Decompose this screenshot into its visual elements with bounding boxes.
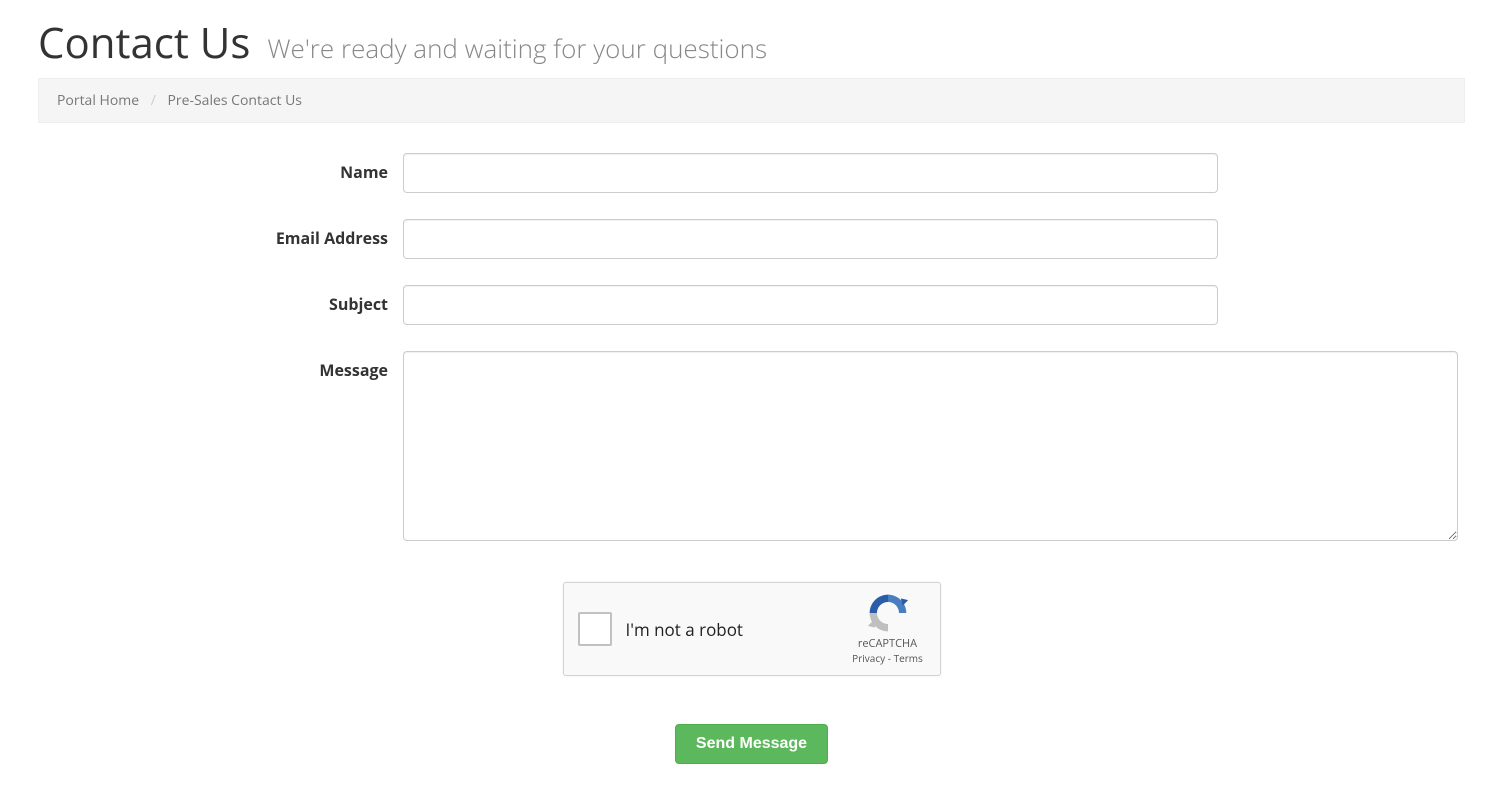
page-title-main: Contact Us — [38, 14, 250, 71]
message-label: Message — [38, 351, 403, 381]
subject-label: Subject — [38, 285, 403, 315]
recaptcha-privacy-link[interactable]: Privacy — [852, 651, 885, 665]
recaptcha-widget: I'm not a robot reCAPTCHA Privacy - Term… — [563, 582, 941, 676]
breadcrumb-separator: / — [151, 91, 156, 110]
page-title: Contact Us We're ready and waiting for y… — [38, 18, 1465, 68]
contact-form: Name Email Address Subject Message — [38, 153, 1465, 764]
recaptcha-checkbox[interactable] — [578, 612, 612, 646]
page-subtitle: We're ready and waiting for your questio… — [267, 30, 767, 66]
recaptcha-brand: reCAPTCHA — [848, 637, 928, 650]
email-input[interactable] — [403, 219, 1218, 259]
name-input[interactable] — [403, 153, 1218, 193]
send-message-button[interactable]: Send Message — [675, 724, 828, 764]
recaptcha-links: Privacy - Terms — [848, 651, 928, 665]
recaptcha-terms-link[interactable]: Terms — [894, 651, 923, 665]
name-label: Name — [38, 153, 403, 183]
recaptcha-link-separator: - — [885, 651, 893, 665]
breadcrumb-home-link[interactable]: Portal Home — [57, 91, 139, 110]
breadcrumb: Portal Home / Pre-Sales Contact Us — [38, 78, 1465, 123]
email-label: Email Address — [38, 219, 403, 249]
recaptcha-label: I'm not a robot — [626, 618, 743, 641]
subject-input[interactable] — [403, 285, 1218, 325]
breadcrumb-current: Pre-Sales Contact Us — [168, 91, 302, 110]
recaptcha-icon — [866, 591, 910, 635]
message-textarea[interactable] — [403, 351, 1458, 541]
